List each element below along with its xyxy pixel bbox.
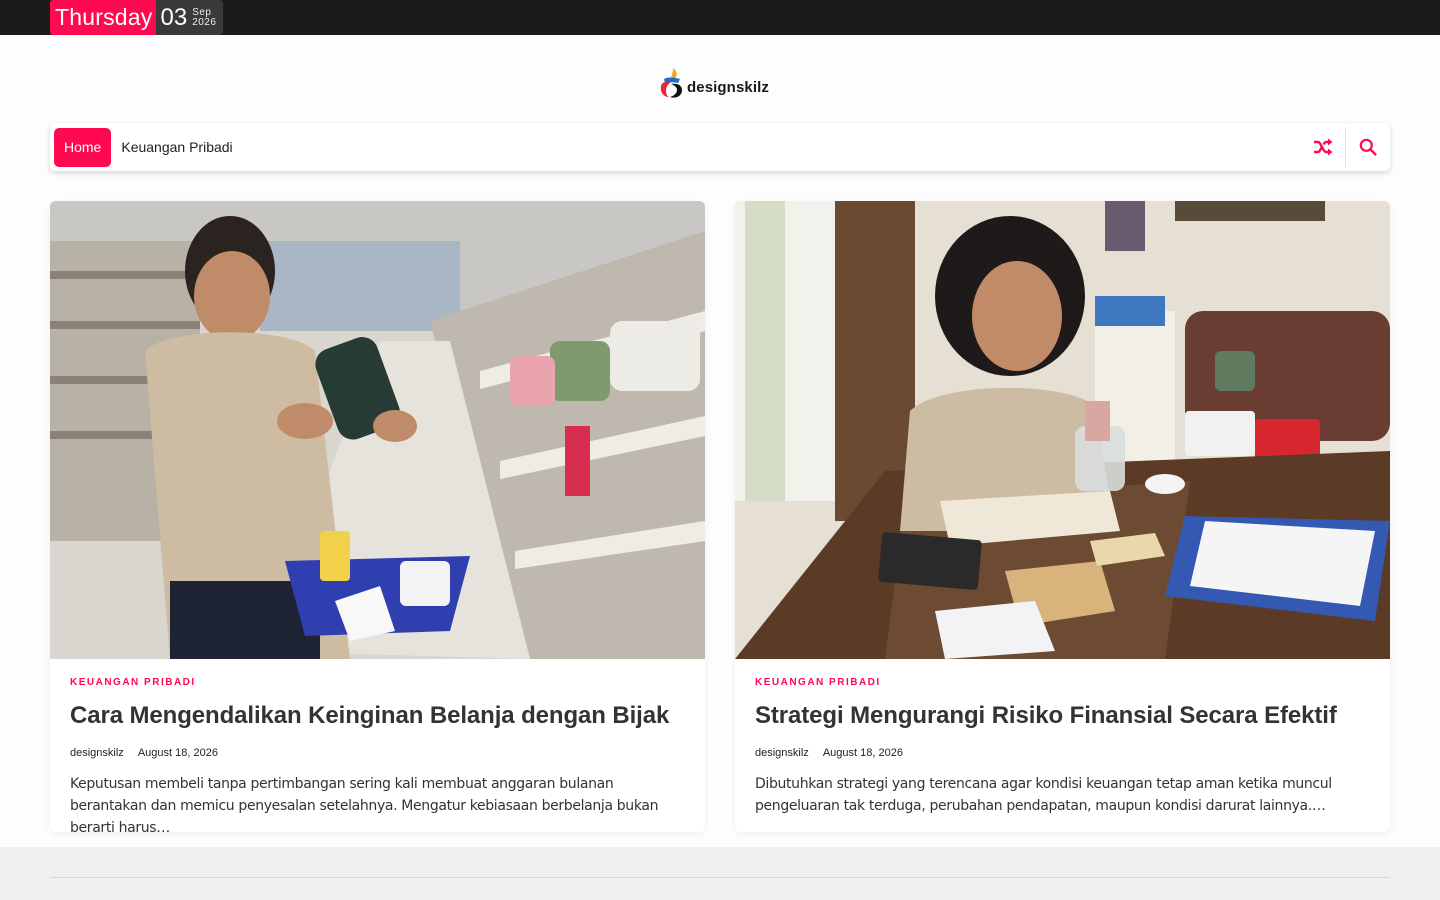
post-category[interactable]: KEUANGAN PRIBADI xyxy=(70,677,685,688)
post-date: August 18, 2026 xyxy=(137,747,218,759)
post-title[interactable]: Cara Mengendalikan Keinginan Belanja den… xyxy=(70,702,685,730)
footer xyxy=(0,847,1440,900)
main-navigation: Home Keuangan Pribadi xyxy=(50,123,1390,171)
post-card: KEUANGAN PRIBADI Cara Mengendalikan Kein… xyxy=(50,201,705,832)
post-category[interactable]: KEUANGAN PRIBADI xyxy=(755,677,1370,688)
logo-mark-icon xyxy=(660,68,682,98)
date-widget: Thursday 03 Sep 2026 xyxy=(50,0,224,35)
shuffle-icon xyxy=(1314,138,1333,156)
random-post-button[interactable] xyxy=(1301,127,1345,167)
footer-divider xyxy=(50,877,1390,878)
search-button[interactable] xyxy=(1346,127,1390,167)
store-shopping-image xyxy=(50,201,705,659)
site-logo[interactable]: designskilz xyxy=(658,66,769,100)
nav-item-keuangan-pribadi[interactable]: Keuangan Pribadi xyxy=(121,139,232,155)
saving-money-image xyxy=(735,201,1390,659)
post-excerpt: Keputusan membeli tanpa pertimbangan ser… xyxy=(70,776,659,832)
day-name: Thursday xyxy=(50,0,157,35)
post-title[interactable]: Strategi Mengurangi Risiko Finansial Sec… xyxy=(755,702,1370,730)
post-card: KEUANGAN PRIBADI Strategi Mengurangi Ris… xyxy=(735,201,1390,832)
post-excerpt: Dibutuhkan strategi yang terencana agar … xyxy=(755,776,1332,814)
post-body: KEUANGAN PRIBADI Cara Mengendalikan Kein… xyxy=(50,659,705,832)
nav-item-home[interactable]: Home xyxy=(54,127,112,167)
month-year: Sep 2026 xyxy=(192,6,217,28)
post-thumbnail[interactable] xyxy=(50,201,705,659)
post-body: KEUANGAN PRIBADI Strategi Mengurangi Ris… xyxy=(735,659,1390,817)
logo-text: designskilz xyxy=(687,78,769,96)
search-icon xyxy=(1359,138,1377,156)
date-block: 03 Sep 2026 xyxy=(156,0,224,35)
post-meta: designskilz August 18, 2026 xyxy=(70,747,685,759)
post-author[interactable]: designskilz xyxy=(755,747,809,759)
post-author[interactable]: designskilz xyxy=(70,747,124,759)
day-number: 03 xyxy=(160,3,188,31)
nav-actions xyxy=(1301,123,1390,171)
year: 2026 xyxy=(192,16,217,28)
post-meta: designskilz August 18, 2026 xyxy=(755,747,1370,759)
post-thumbnail[interactable] xyxy=(735,201,1390,659)
post-date: August 18, 2026 xyxy=(822,747,903,759)
top-bar: Thursday 03 Sep 2026 xyxy=(0,0,1440,35)
month: Sep xyxy=(192,6,212,18)
